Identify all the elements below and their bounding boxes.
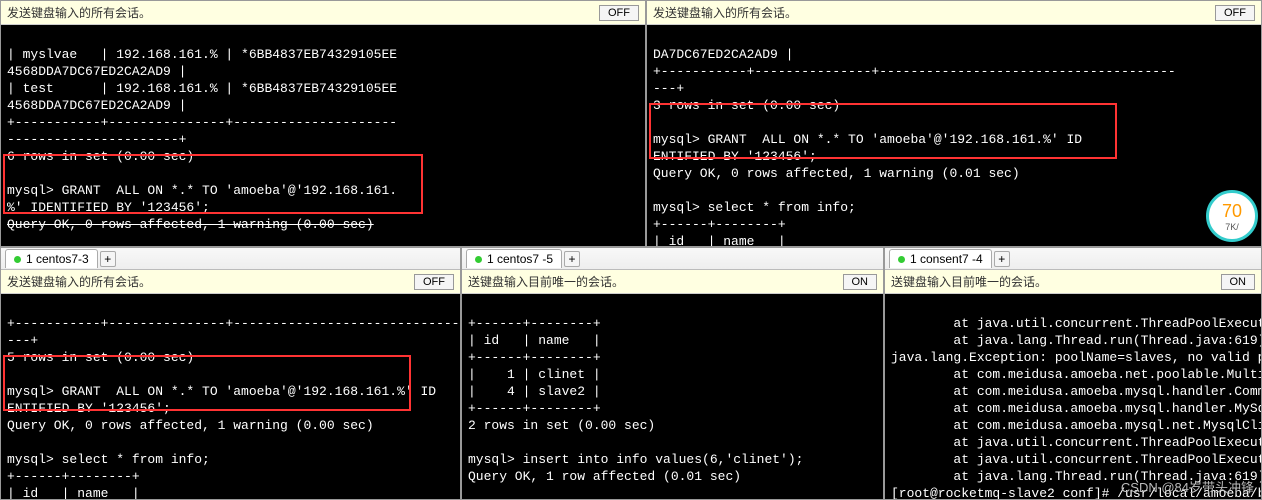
add-tab-button[interactable]: + <box>100 251 116 267</box>
term-line: 4568DDA7DC67ED2CA2AD9 | <box>7 98 186 113</box>
term-line: 5 rows in set (0.00 sec) <box>7 350 194 365</box>
toggle-button[interactable]: ON <box>843 274 878 290</box>
term-line: mysql> GRANT ALL ON *.* TO 'amoeba'@'192… <box>653 132 1082 147</box>
infobar-text: 发送键盘输入的所有会话。 <box>7 273 151 290</box>
term-line: +-----------+---------------+-----------… <box>7 316 460 331</box>
terminal-top-right[interactable]: DA7DC67ED2CA2AD9 | +-----------+--------… <box>647 25 1261 246</box>
infobar-text: 发送键盘输入的所有会话。 <box>653 4 797 21</box>
term-line: +------+--------+ <box>468 401 601 416</box>
term-line: | test | 192.168.161.% | *6BB4837EB74329… <box>7 81 397 96</box>
term-line: ENTIFIED BY '123456'; <box>7 401 171 416</box>
tab-label: 1 consent7 -4 <box>910 252 983 266</box>
tab-label: 1 centos7 -5 <box>487 252 553 266</box>
term-line: | 4 | slave2 | <box>468 384 601 399</box>
term-line: mysql> GRANT ALL ON *.* TO 'amoeba'@'192… <box>7 183 397 198</box>
term-line: | id | name | <box>468 333 601 348</box>
term-line: 2 rows in set (0.00 sec) <box>468 418 655 433</box>
tabbar: 1 consent7 -4 + <box>885 248 1261 270</box>
infobar-text: 发送键盘输入的所有会话。 <box>7 4 151 21</box>
term-line: +------+--------+ <box>7 469 140 484</box>
term-line: ---+ <box>7 333 38 348</box>
term-line: mysql> insert into info values(6,'clinet… <box>468 452 803 467</box>
term-line: Query OK, 0 rows affected, 1 warning (0.… <box>653 166 1020 181</box>
term-line: | id | name | <box>7 486 140 499</box>
term-line: mysql> select * from info; <box>653 200 856 215</box>
term-line: Query OK, 0 rows affected, 1 warning (0.… <box>7 217 374 232</box>
tab-consent7-4[interactable]: 1 consent7 -4 <box>889 249 992 268</box>
term-line: ----------------------+ <box>7 132 186 147</box>
infobar-text: 送键盘输入目前唯一的会话。 <box>468 273 624 290</box>
status-dot-icon <box>898 256 905 263</box>
term-line: +-----------+---------------+-----------… <box>653 64 1176 79</box>
gauge-value: 70 <box>1222 201 1242 222</box>
pane-bottom-mid: 1 centos7 -5 + 送键盘输入目前唯一的会话。 ON +------+… <box>461 247 884 500</box>
tab-label: 1 centos7-3 <box>26 252 89 266</box>
term-line: mysql> select * from info; <box>7 452 210 467</box>
toggle-button[interactable]: OFF <box>1215 5 1255 21</box>
term-line: ---+ <box>653 81 684 96</box>
term-line: 3 rows in set (0.00 sec) <box>653 98 840 113</box>
term-line: | myslvae | 192.168.161.% | *6BB4837EB74… <box>7 47 397 62</box>
pane-top-right: 发送键盘输入的所有会话。 OFF DA7DC67ED2CA2AD9 | +---… <box>646 0 1262 247</box>
term-line: at com.meidusa.amoeba.mysql.handler.MySq… <box>891 401 1261 416</box>
infobar-text: 送键盘输入目前唯一的会话。 <box>891 273 1047 290</box>
term-line: at java.util.concurrent.ThreadPoolExecut… <box>891 435 1261 450</box>
tabbar: 1 centos7-3 + <box>1 248 460 270</box>
term-line: at java.lang.Thread.run(Thread.java:619) <box>891 333 1261 348</box>
infobar-top-right: 发送键盘输入的所有会话。 OFF <box>647 1 1261 25</box>
status-dot-icon <box>14 256 21 263</box>
pane-top-left: 发送键盘输入的所有会话。 OFF | myslvae | 192.168.161… <box>0 0 646 247</box>
tabbar: 1 centos7 -5 + <box>462 248 883 270</box>
term-line: +------+--------+ <box>468 316 601 331</box>
add-tab-button[interactable]: + <box>564 251 580 267</box>
infobar-bottom-right: 送键盘输入目前唯一的会话。 ON <box>885 270 1261 294</box>
toggle-button[interactable]: OFF <box>599 5 639 21</box>
term-line: DA7DC67ED2CA2AD9 | <box>653 47 793 62</box>
term-line: at java.util.concurrent.ThreadPoolExecut… <box>891 452 1261 467</box>
performance-gauge-icon[interactable]: 70 7K/ <box>1206 190 1258 242</box>
term-line: +-----------+---------------+-----------… <box>7 115 397 130</box>
term-line: 6 rows in set (0.00 sec) <box>7 149 194 164</box>
pane-bottom-left: 1 centos7-3 + 发送键盘输入的所有会话。 OFF +--------… <box>0 247 461 500</box>
infobar-bottom-mid: 送键盘输入目前唯一的会话。 ON <box>462 270 883 294</box>
term-line: at com.meidusa.amoeba.net.poolable.Multi… <box>891 367 1261 382</box>
add-tab-button[interactable]: + <box>994 251 1010 267</box>
term-line: at java.util.concurrent.ThreadPoolExecut… <box>891 316 1261 331</box>
toggle-button[interactable]: ON <box>1221 274 1256 290</box>
term-line: 4568DDA7DC67ED2CA2AD9 | <box>7 64 186 79</box>
term-line: Query OK, 0 rows affected, 1 warning (0.… <box>7 418 374 433</box>
term-line: java.lang.Exception: poolName=slaves, no… <box>891 350 1261 365</box>
term-line: +------+--------+ <box>653 217 786 232</box>
toggle-button[interactable]: OFF <box>414 274 454 290</box>
watermark: CSDN @84岁带头冲锋 <box>1121 477 1254 496</box>
infobar-top-left: 发送键盘输入的所有会话。 OFF <box>1 1 645 25</box>
term-line: +------+--------+ <box>468 350 601 365</box>
terminal-bottom-right[interactable]: at java.util.concurrent.ThreadPoolExecut… <box>885 294 1261 499</box>
terminal-top-left[interactable]: | myslvae | 192.168.161.% | *6BB4837EB74… <box>1 25 645 246</box>
term-line: at com.meidusa.amoeba.mysql.net.MysqlCli… <box>891 418 1261 433</box>
term-line: at com.meidusa.amoeba.mysql.handler.Comm… <box>891 384 1261 399</box>
terminal-bottom-left[interactable]: +-----------+---------------+-----------… <box>1 294 460 499</box>
terminal-bottom-mid[interactable]: +------+--------+ | id | name | +------+… <box>462 294 883 499</box>
term-line: | id | name | <box>653 234 786 246</box>
term-line: mysql> GRANT ALL ON *.* TO 'amoeba'@'192… <box>7 384 436 399</box>
term-line: %' IDENTIFIED BY '123456'; <box>7 200 210 215</box>
term-line: ENTIFIED BY '123456'; <box>653 149 817 164</box>
tab-centos7-3[interactable]: 1 centos7-3 <box>5 249 98 268</box>
term-line: Query OK, 1 row affected (0.01 sec) <box>468 469 741 484</box>
gauge-sub: 7K/ <box>1225 222 1239 232</box>
term-line: | 1 | clinet | <box>468 367 601 382</box>
tab-centos7-5[interactable]: 1 centos7 -5 <box>466 249 562 268</box>
pane-bottom-right: 1 consent7 -4 + 送键盘输入目前唯一的会话。 ON at java… <box>884 247 1262 500</box>
status-dot-icon <box>475 256 482 263</box>
infobar-bottom-left: 发送键盘输入的所有会话。 OFF <box>1 270 460 294</box>
